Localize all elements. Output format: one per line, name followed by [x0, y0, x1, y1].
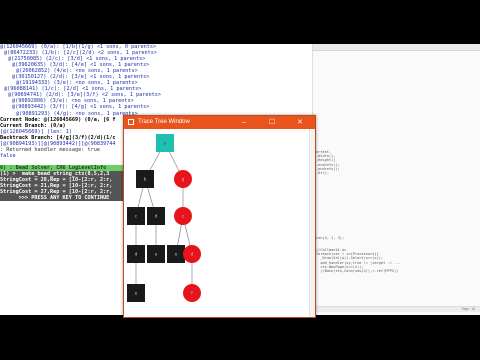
window-titlebar[interactable]: Trace Tree Window – ☐ ✕ — [124, 116, 315, 129]
maximize-button[interactable]: ☐ — [262, 116, 282, 129]
tree-node-label: c — [182, 214, 184, 219]
tree-node-label: d — [155, 214, 158, 219]
code-block-1: ortest, .Width(), .Height() .endrefs(); … — [316, 150, 340, 176]
editor-horizontal-scrollbar[interactable] — [313, 306, 480, 312]
trace-tree-window[interactable]: Trace Tree Window – ☐ ✕ abgcdcdeedef — [123, 115, 316, 318]
editor-page-info: Page 10 — [461, 307, 475, 311]
tree-node-label: d — [135, 252, 138, 257]
window-vertical-scrollbar[interactable] — [309, 129, 315, 317]
tree-node-label: b — [144, 177, 147, 182]
code-editor-pane[interactable]: ortest, .Width(), .Height() .endrefs(); … — [312, 44, 480, 315]
editor-toolbar — [313, 44, 480, 51]
trace-tree-canvas[interactable]: ab gc d cd e e de f — [124, 129, 315, 317]
app-icon — [128, 119, 134, 125]
code-block-2: Len(4, 1, 3); — [316, 236, 345, 240]
minimize-button[interactable]: – — [234, 116, 254, 129]
close-button[interactable]: ✕ — [290, 116, 310, 129]
code-block-3: //CallbackI.oc foreach(var l in(Processo… — [316, 248, 401, 274]
tree-node-label: g — [182, 177, 185, 182]
tree-node-label: c — [135, 214, 137, 219]
window-title: Trace Tree Window — [138, 119, 190, 125]
tree-node-label: d — [191, 252, 194, 257]
